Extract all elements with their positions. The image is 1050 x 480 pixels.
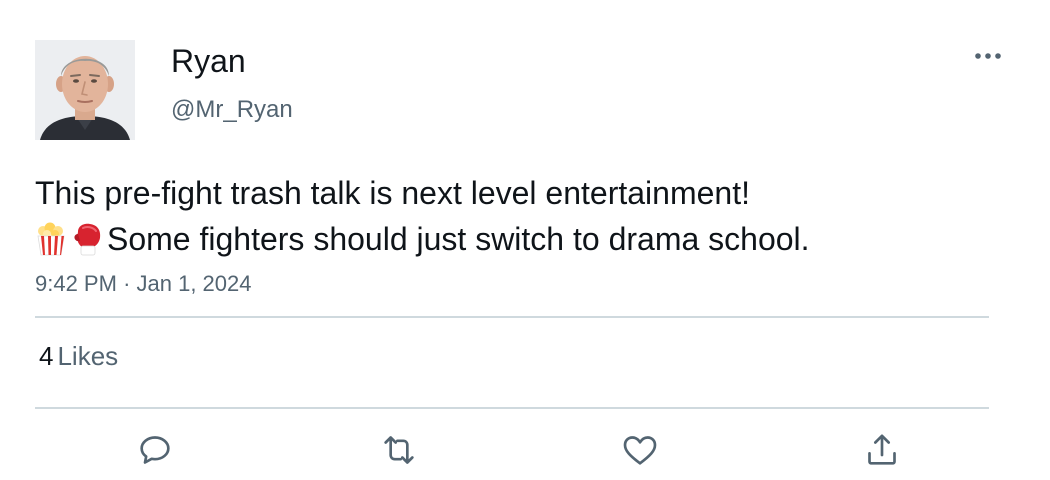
likes-stat[interactable]: 4 Likes xyxy=(39,340,118,372)
tweet-time: 9:42 PM xyxy=(35,271,117,296)
like-icon xyxy=(623,436,657,465)
retweet-button[interactable] xyxy=(377,428,421,472)
tweet-text: This pre-fight trash talk is next level … xyxy=(35,170,995,268)
more-options-button[interactable] xyxy=(968,44,1008,68)
meta-separator: · xyxy=(123,271,131,296)
more-dots-icon xyxy=(975,53,1001,59)
avatar[interactable] xyxy=(35,40,135,140)
user-handle[interactable]: @Mr_Ryan xyxy=(171,96,293,124)
tweet-text-line-1: This pre-fight trash talk is next level … xyxy=(35,175,750,211)
tweet-text-line-2-container: Some fighters should just switch to dram… xyxy=(35,216,995,268)
avatar-photo xyxy=(35,40,135,140)
popcorn-icon xyxy=(35,222,67,268)
divider-top xyxy=(35,316,989,318)
retweet-icon xyxy=(384,436,414,464)
tweet-date: Jan 1, 2024 xyxy=(136,271,252,296)
tweet-card: Ryan @Mr_Ryan This pre-fight trash talk … xyxy=(0,0,1050,480)
user-name[interactable]: Ryan xyxy=(171,42,246,80)
tweet-text-line-2: Some fighters should just switch to dram… xyxy=(107,221,810,257)
share-icon xyxy=(868,434,896,465)
divider-bottom xyxy=(35,407,989,409)
likes-label: Likes xyxy=(57,341,119,371)
like-button[interactable] xyxy=(618,428,662,472)
tweet-timestamp[interactable]: 9:42 PM · Jan 1, 2024 xyxy=(35,271,252,297)
likes-count: 4 xyxy=(39,341,54,371)
share-button[interactable] xyxy=(860,428,904,472)
reply-button[interactable] xyxy=(133,428,177,472)
reply-icon xyxy=(140,436,170,464)
boxing-glove-icon xyxy=(71,222,103,268)
